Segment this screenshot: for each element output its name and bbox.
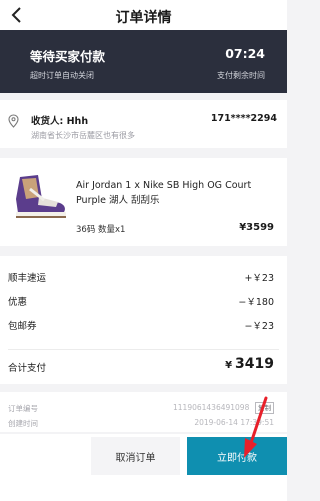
receiver-phone: 171****2294: [210, 113, 277, 124]
timer-label: 支付剩余时间: [217, 71, 265, 80]
payment-timer: 07:24: [225, 46, 265, 61]
fee-value-coupon: −￥23: [244, 321, 274, 332]
price-breakdown: 顺丰速运 +￥23 优惠 −￥180 包邮券 −￥23 合计支付 ¥3419: [0, 256, 287, 384]
address-text: 湖南省长沙市岳麓区也有很多: [31, 131, 135, 140]
total-amount: ¥3419: [225, 356, 274, 372]
shipping-address-card[interactable]: 收货人: Hhh 171****2294 湖南省长沙市岳麓区也有很多: [0, 100, 287, 148]
fee-value-shipping: +￥23: [244, 273, 274, 284]
location-pin-icon: [8, 114, 19, 128]
pay-now-button[interactable]: 立即付款: [187, 437, 287, 475]
order-number-label: 订单编号: [8, 404, 38, 413]
fee-value-discount: −￥180: [238, 297, 274, 308]
product-image: [8, 169, 68, 224]
order-status-banner: 等待买家付款 超时订单自动关闭 07:24 支付剩余时间: [0, 30, 287, 93]
created-time-label: 创建时间: [8, 419, 38, 428]
cancel-order-button[interactable]: 取消订单: [91, 437, 180, 475]
product-spec: 36码 数量x1: [76, 225, 126, 235]
divider: [8, 349, 279, 350]
total-label: 合计支付: [8, 363, 47, 374]
fee-label-discount: 优惠: [8, 297, 28, 308]
product-title: Air Jordan 1 x Nike SB High OG Court Pur…: [76, 180, 252, 206]
total-amount-value: 3419: [235, 356, 274, 372]
receiver-name: 收货人: Hhh: [31, 116, 89, 127]
fee-label-shipping: 顺丰速运: [8, 273, 47, 284]
annotation-arrow-icon: [244, 396, 268, 458]
page-title: 订单详情: [115, 10, 172, 26]
total-currency: ¥: [225, 360, 233, 371]
top-bar: 订单详情: [0, 0, 287, 30]
product-price: ¥3599: [239, 222, 274, 233]
order-number: 1119061436491098: [173, 403, 250, 412]
status-subtitle: 超时订单自动关闭: [30, 71, 94, 80]
fee-label-coupon: 包邮券: [8, 321, 37, 332]
status-title: 等待买家付款: [30, 49, 106, 64]
product-card[interactable]: Air Jordan 1 x Nike SB High OG Court Pur…: [0, 158, 287, 246]
